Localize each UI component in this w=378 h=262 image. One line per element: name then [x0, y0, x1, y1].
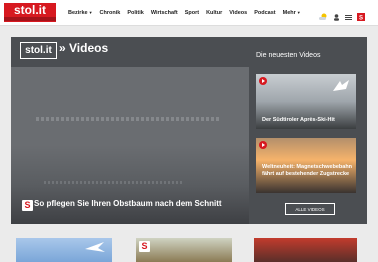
nav-sport[interactable]: Sport	[185, 10, 199, 16]
user-icon[interactable]	[333, 8, 340, 26]
section-title: » Videos	[59, 41, 109, 55]
nav-videos[interactable]: Videos	[229, 10, 247, 16]
s-badge-icon: S	[22, 200, 33, 211]
plane-icon	[85, 242, 105, 252]
video-thumbnail-2[interactable]: Weltneuheit: Magnetschwebebahn fährt auf…	[256, 138, 356, 193]
all-videos-button[interactable]: ALLE VIDEOS	[285, 203, 335, 215]
chevron-down-icon: ▼	[296, 9, 301, 15]
nav-bezirke[interactable]: Bezirke▼	[68, 10, 93, 16]
chevron-down-icon: ▼	[88, 9, 93, 15]
nav-wirtschaft[interactable]: Wirtschaft	[151, 10, 178, 16]
video-frame-text	[36, 117, 220, 121]
logo-text: stol.it	[14, 3, 46, 17]
svg-text:S: S	[359, 15, 363, 21]
ski-illustration-icon	[333, 80, 349, 91]
s-badge-icon: S	[139, 241, 150, 252]
section-logo: stol.it	[20, 42, 57, 59]
nav-kultur[interactable]: Kultur	[206, 10, 222, 16]
s-logo-icon[interactable]: S	[357, 8, 365, 26]
nav-mehr[interactable]: Mehr▼	[283, 10, 301, 16]
weather-icon[interactable]	[318, 8, 328, 26]
video-caption[interactable]: So pflegen Sie Ihren Obstbaum nach dem S…	[34, 199, 244, 209]
logo-subline	[4, 17, 56, 21]
video-frame-text-2	[44, 181, 184, 184]
top-navigation-bar: stol.it Bezirke▼ Chronik Politik Wirtsch…	[0, 0, 378, 26]
nav-podcast[interactable]: Podcast	[254, 10, 275, 16]
play-icon	[259, 141, 267, 149]
video-caption-1: Der Südtiroler Après-Ski-Hit	[262, 117, 335, 123]
news-card-3[interactable]	[254, 238, 357, 262]
header-tools: S	[318, 8, 365, 26]
nav-politik[interactable]: Politik	[127, 10, 144, 16]
menu-icon[interactable]	[345, 8, 352, 26]
play-icon	[259, 77, 267, 85]
video-thumbnail-1[interactable]: Der Südtiroler Après-Ski-Hit	[256, 74, 356, 129]
main-nav: Bezirke▼ Chronik Politik Wirtschaft Spor…	[68, 0, 301, 25]
news-card-2[interactable]: S	[136, 238, 232, 262]
video-caption-2: Weltneuheit: Magnetschwebebahn fährt auf…	[262, 164, 353, 177]
news-card-1[interactable]	[16, 238, 112, 262]
sidebar-title: Die neuesten Videos	[256, 52, 321, 59]
nav-chronik[interactable]: Chronik	[100, 10, 121, 16]
